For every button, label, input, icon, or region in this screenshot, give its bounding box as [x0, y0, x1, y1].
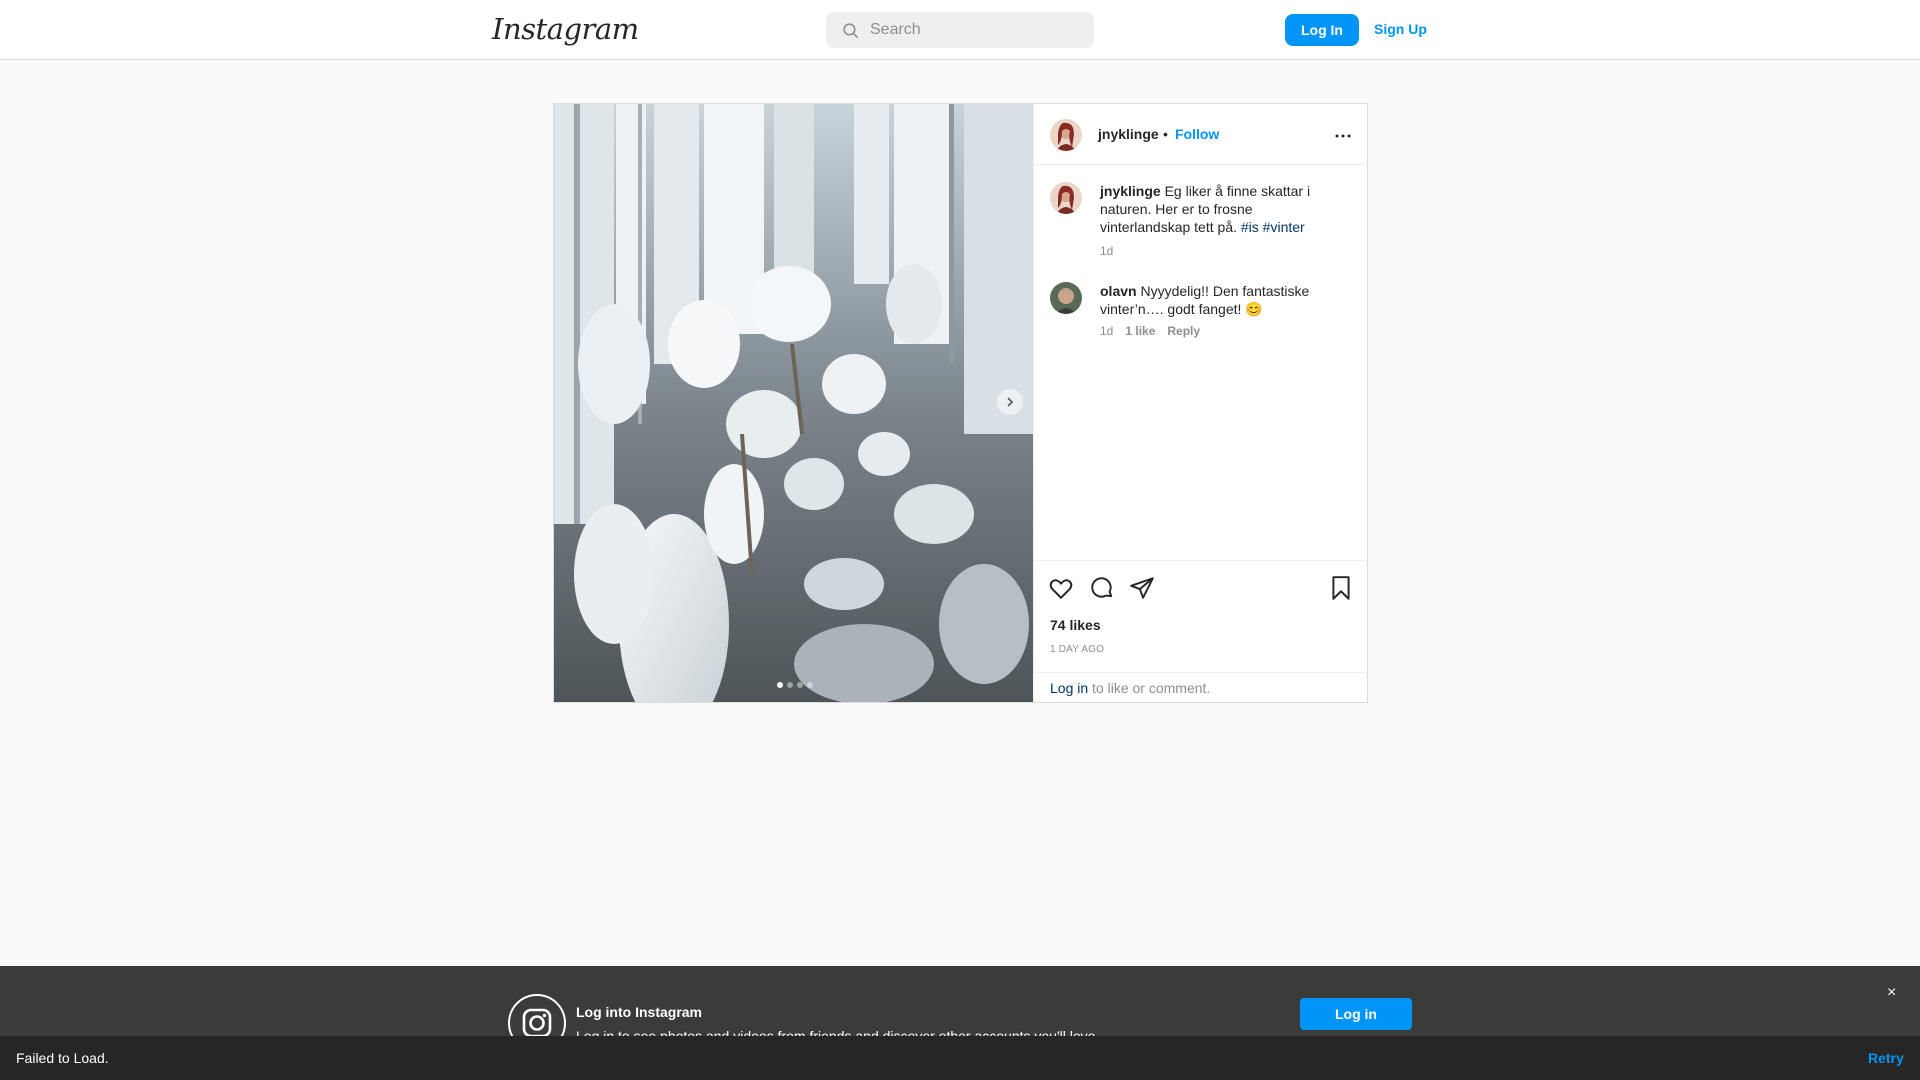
post-author-username[interactable]: jnyklinge	[1098, 126, 1159, 142]
avatar[interactable]	[1050, 182, 1082, 214]
post-header: jnyklinge • Follow	[1034, 104, 1368, 165]
login-link[interactable]: Log in	[1050, 680, 1088, 696]
carousel-next-button[interactable]	[997, 389, 1023, 415]
carousel-dot	[777, 682, 783, 688]
login-button[interactable]: Log In	[1285, 14, 1359, 46]
bookmark-icon[interactable]	[1328, 575, 1354, 601]
close-icon[interactable]: ×	[1887, 984, 1896, 1002]
carousel-dot	[797, 682, 803, 688]
comment-username[interactable]: olavn	[1100, 283, 1137, 299]
comment-text: olavn Nyyydelig!! Den fantastiske vinter…	[1100, 282, 1340, 318]
search-box[interactable]	[826, 12, 1094, 48]
post-actions: 74 likes 1 DAY AGO Log in to like or com…	[1034, 560, 1368, 702]
comment-icon[interactable]	[1089, 575, 1115, 601]
like-count[interactable]: 74 likes	[1050, 617, 1101, 633]
signup-link[interactable]: Sign Up	[1374, 21, 1427, 37]
comment-age: 1d	[1100, 324, 1114, 338]
comment-meta: 1d 1 like Reply	[1100, 324, 1200, 338]
caption-meta: 1d	[1100, 244, 1113, 258]
carousel-indicator	[777, 682, 813, 688]
instagram-logo[interactable]: Instagram	[492, 12, 639, 46]
banner-login-button[interactable]: Log in	[1300, 998, 1412, 1030]
login-prompt-text: to like or comment.	[1088, 680, 1211, 696]
reply-button[interactable]: Reply	[1167, 324, 1200, 338]
post-card: jnyklinge • Follow jnyklinge Eg liker å …	[553, 103, 1368, 703]
top-nav-bar: Instagram Log In Sign Up	[0, 0, 1920, 60]
post-side-panel: jnyklinge • Follow jnyklinge Eg liker å …	[1033, 104, 1368, 702]
carousel-dot	[807, 682, 813, 688]
toast-message: Failed to Load.	[16, 1050, 109, 1066]
search-icon	[843, 23, 859, 39]
separator-dot: •	[1163, 126, 1168, 142]
retry-button[interactable]: Retry	[1868, 1050, 1904, 1066]
share-icon[interactable]	[1129, 575, 1155, 601]
avatar[interactable]	[1050, 119, 1082, 151]
avatar[interactable]	[1050, 282, 1082, 314]
heart-icon[interactable]	[1048, 575, 1074, 601]
login-prompt: Log in to like or comment.	[1034, 672, 1368, 703]
carousel-dot	[787, 682, 793, 688]
post-timestamp: 1 DAY AGO	[1050, 644, 1105, 655]
hashtag-link[interactable]: #is	[1241, 219, 1259, 235]
comment-likes[interactable]: 1 like	[1125, 324, 1155, 338]
more-horizontal-icon[interactable]	[1331, 124, 1355, 148]
hashtag-link[interactable]: #vinter	[1263, 219, 1305, 235]
chevron-right-icon	[1007, 397, 1014, 407]
caption-age: 1d	[1100, 244, 1114, 258]
caption-text: jnyklinge Eg liker å finne skattar i nat…	[1100, 182, 1340, 236]
caption-username[interactable]: jnyklinge	[1100, 183, 1161, 199]
error-toast: Failed to Load. Retry	[0, 1036, 1920, 1080]
post-image[interactable]	[554, 104, 1033, 702]
follow-button[interactable]: Follow	[1175, 126, 1219, 142]
search-input[interactable]	[870, 12, 1080, 48]
ice-photo	[554, 104, 1033, 702]
banner-title: Log into Instagram	[576, 1004, 702, 1020]
